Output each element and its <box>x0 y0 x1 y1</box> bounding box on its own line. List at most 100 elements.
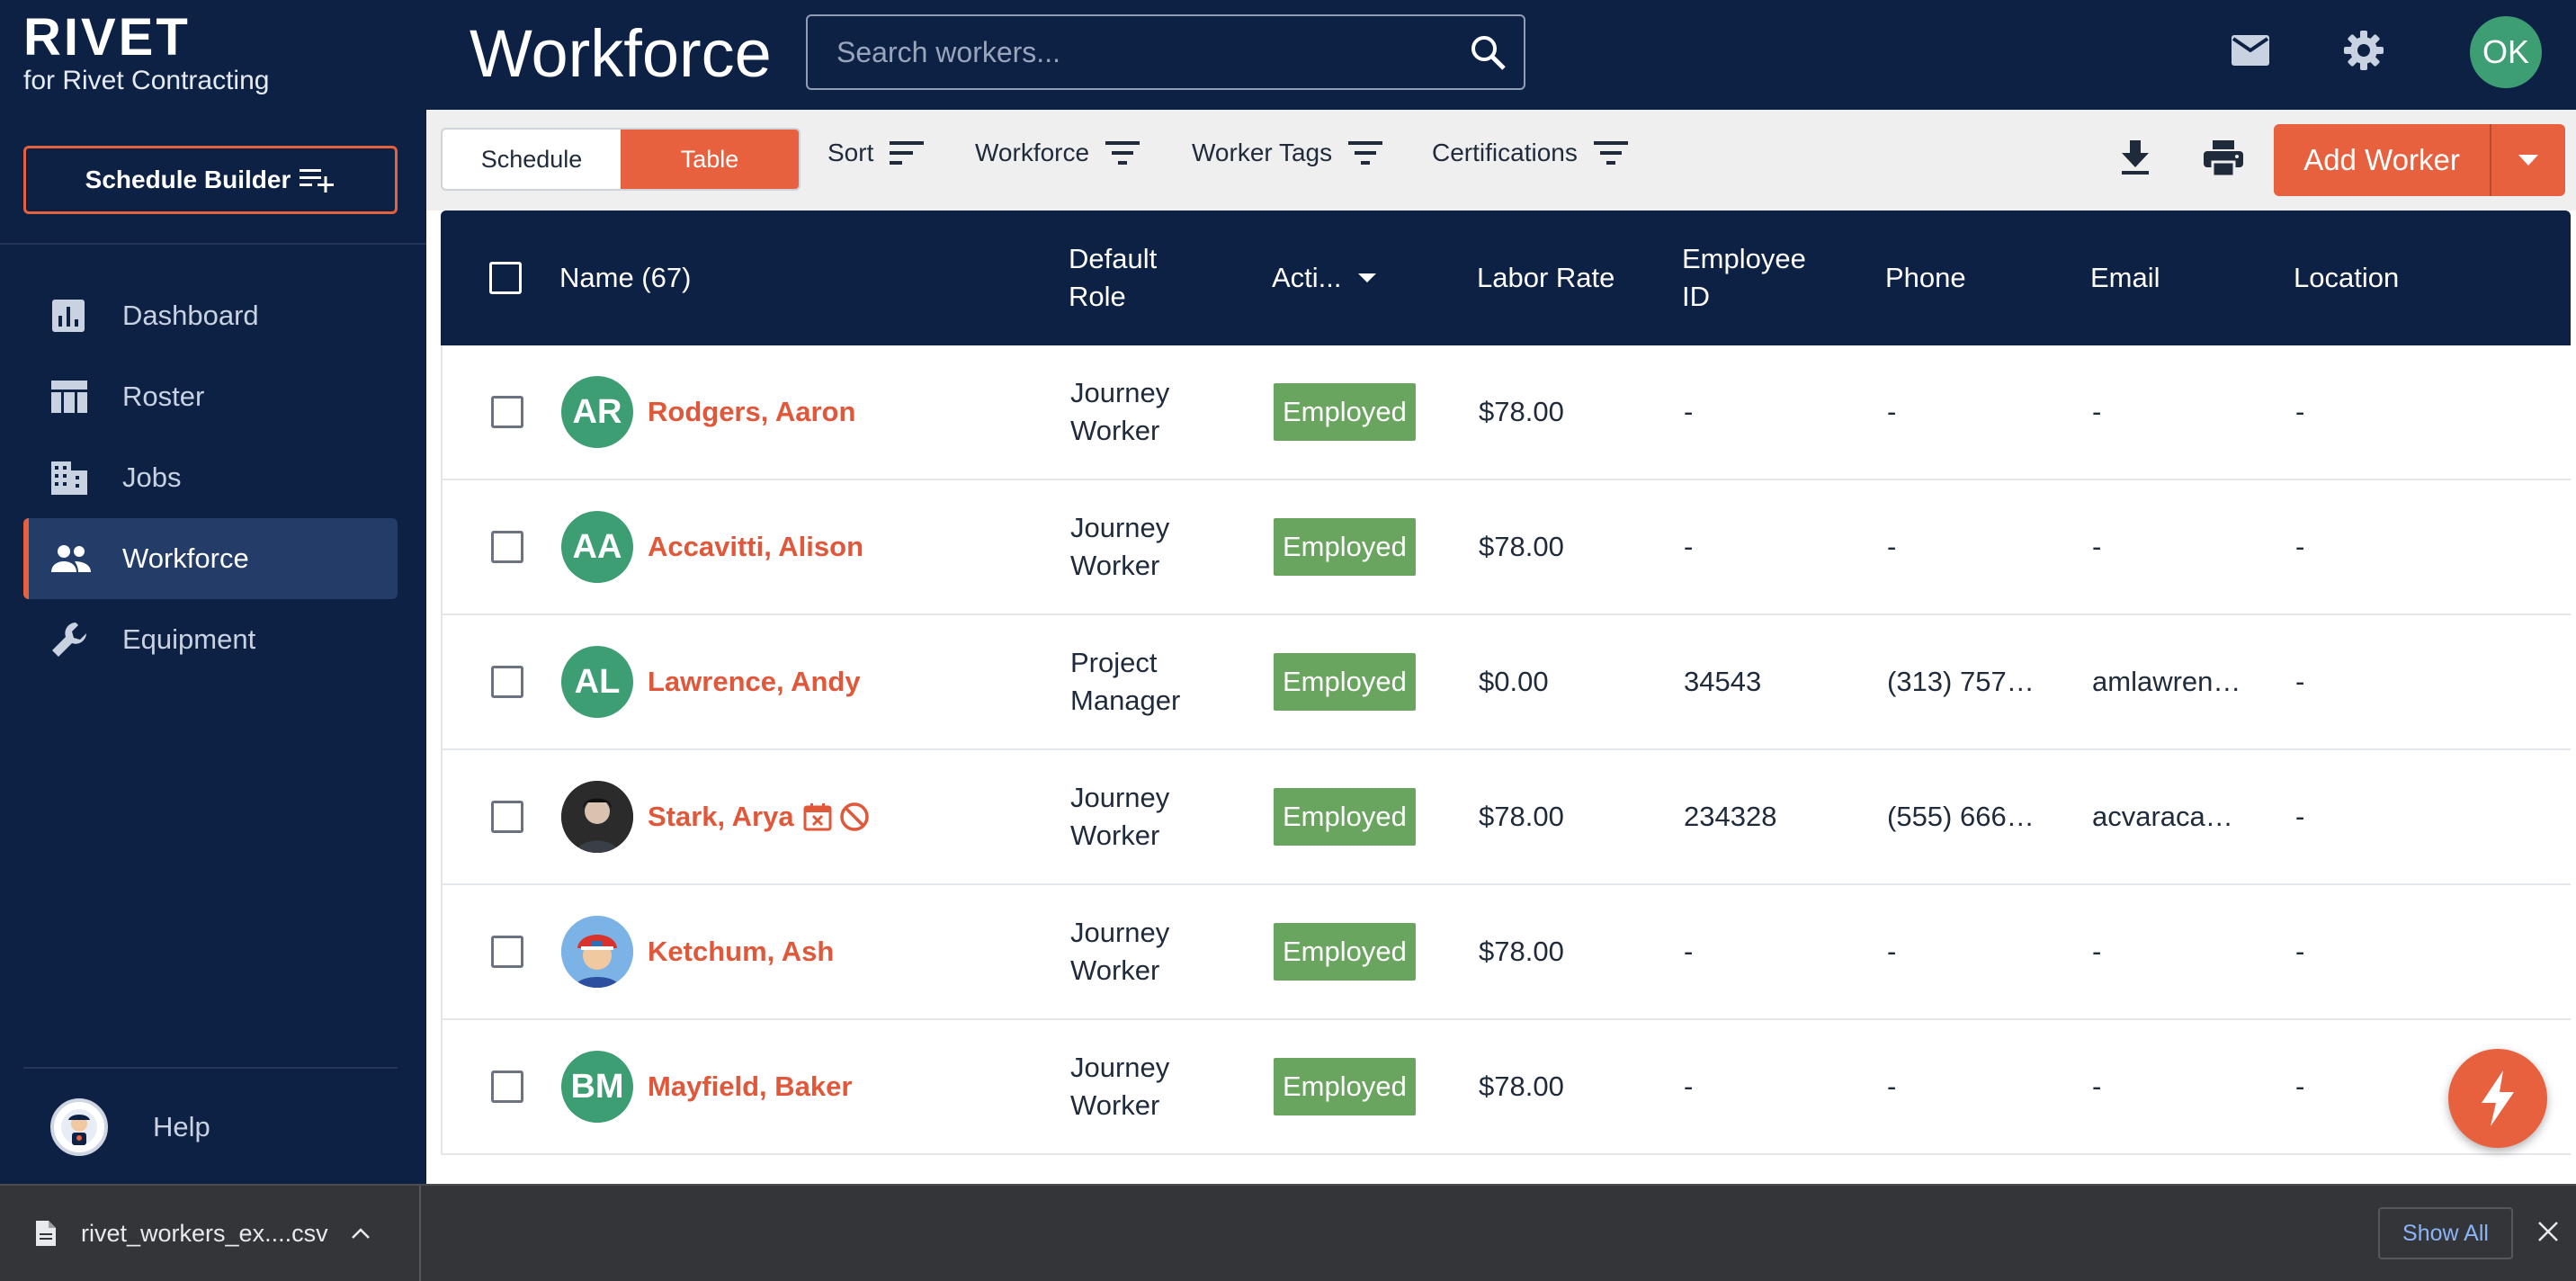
column-header-email[interactable]: Email <box>2090 211 2160 345</box>
email-cell: amlawren… <box>2092 666 2241 697</box>
view-schedule-button[interactable]: Schedule <box>443 130 621 189</box>
role-cell: Journey Worker <box>1070 377 1170 446</box>
row-checkbox[interactable] <box>491 396 523 428</box>
sidebar-item-dashboard[interactable]: Dashboard <box>23 275 398 356</box>
row-checkbox[interactable] <box>491 1070 523 1103</box>
phone-cell: - <box>1887 396 1897 427</box>
file-icon <box>36 1221 56 1246</box>
help-link[interactable]: Help <box>23 1087 210 1168</box>
column-header-role[interactable]: Default Role <box>1069 211 1185 345</box>
status-badge: Employed <box>1274 653 1416 711</box>
role-cell: Journey Worker <box>1070 917 1170 986</box>
sidebar: RIVET for Rivet Contracting Schedule Bui… <box>0 0 426 1184</box>
worker-name-link[interactable]: Lawrence, Andy <box>648 663 861 701</box>
table-row[interactable]: Ketchum, Ash Journey Worker Employed $78… <box>441 885 2571 1020</box>
workforce-filter-button[interactable]: Workforce <box>975 139 1140 167</box>
row-checkbox[interactable] <box>491 801 523 833</box>
phone-cell: - <box>1887 531 1897 562</box>
rate-cell: $78.00 <box>1479 936 1564 967</box>
worker-name-link[interactable]: Ketchum, Ash <box>648 933 834 971</box>
search-icon[interactable] <box>1470 34 1507 72</box>
column-header-employee-id[interactable]: Employee ID <box>1682 211 1835 345</box>
avatar: AA <box>561 511 633 583</box>
download-icon[interactable] <box>2119 140 2151 176</box>
logo[interactable]: RIVET for Rivet Contracting <box>23 11 269 97</box>
sort-label: Sort <box>827 139 874 166</box>
table-row[interactable]: BM Mayfield, Baker Journey Worker Employ… <box>441 1020 2571 1155</box>
sort-icon <box>890 139 925 166</box>
email-cell: - <box>2092 396 2102 427</box>
email-cell: - <box>2092 531 2102 562</box>
worker-name-link[interactable]: Stark, Arya <box>648 798 794 836</box>
column-header-status[interactable]: Acti... <box>1272 211 1376 345</box>
rate-cell: $78.00 <box>1479 396 1564 427</box>
chevron-up-icon[interactable] <box>351 1227 371 1240</box>
employee-id-cell: - <box>1684 1070 1694 1102</box>
print-icon[interactable] <box>2204 140 2243 176</box>
workers-table: Name (67) Default Role Acti... Labor Rat… <box>441 211 2571 1184</box>
row-checkbox[interactable] <box>491 531 523 563</box>
rate-cell: $78.00 <box>1479 801 1564 832</box>
top-header: Workforce OK <box>426 0 2576 110</box>
status-badge: Employed <box>1274 383 1416 441</box>
help-label: Help <box>153 1111 210 1142</box>
download-item[interactable]: rivet_workers_ex....csv <box>0 1186 421 1281</box>
row-checkbox[interactable] <box>491 936 523 968</box>
sort-button[interactable]: Sort <box>827 139 925 167</box>
table-row[interactable]: Stark, Arya Journey Worker Employed $78.… <box>441 750 2571 885</box>
column-header-name[interactable]: Name (67) <box>559 211 691 345</box>
employee-id-cell: - <box>1684 936 1694 967</box>
avatar <box>561 916 633 988</box>
status-badge: Employed <box>1274 788 1416 846</box>
table-row[interactable]: AR Rodgers, Aaron Journey Worker Employe… <box>441 345 2571 480</box>
worker-tags-filter-button[interactable]: Worker Tags <box>1192 139 1383 167</box>
schedule-builder-button[interactable]: Schedule Builder <box>23 146 398 214</box>
role-cell: Project Manager <box>1070 647 1181 716</box>
certifications-filter-button[interactable]: Certifications <box>1432 139 1628 167</box>
row-checkbox[interactable] <box>491 666 523 698</box>
location-cell: - <box>2295 1070 2305 1102</box>
sidebar-item-label: Roster <box>122 381 205 412</box>
worker-name-link[interactable]: Accavitti, Alison <box>648 528 863 566</box>
sidebar-item-workforce[interactable]: Workforce <box>23 518 398 599</box>
sidebar-item-equipment[interactable]: Equipment <box>23 599 398 680</box>
people-icon <box>23 544 122 573</box>
mail-icon[interactable] <box>2231 34 2270 67</box>
table-row[interactable]: AA Accavitti, Alison Journey Worker Empl… <box>441 480 2571 615</box>
email-cell: acvaraca… <box>2092 801 2233 832</box>
sidebar-nav: Dashboard Roster Jobs Workforce Equipmen… <box>23 275 398 680</box>
search-input[interactable] <box>808 16 1437 88</box>
table-icon <box>23 380 122 414</box>
add-worker-button[interactable]: Add Worker <box>2274 124 2491 196</box>
user-avatar[interactable]: OK <box>2470 16 2542 88</box>
view-table-button[interactable]: Table <box>621 130 799 189</box>
quick-action-button[interactable] <box>2448 1049 2547 1148</box>
role-cell: Journey Worker <box>1070 1052 1170 1121</box>
settings-icon[interactable] <box>2342 29 2385 72</box>
rate-cell: $78.00 <box>1479 531 1564 562</box>
worker-name-link[interactable]: Mayfield, Baker <box>648 1068 852 1106</box>
wrench-icon <box>23 621 122 658</box>
table-row[interactable]: AL Lawrence, Andy Project Manager Employ… <box>441 615 2571 750</box>
email-cell: - <box>2092 1070 2102 1102</box>
filter-icon <box>1348 139 1383 166</box>
rate-cell: $0.00 <box>1479 666 1549 697</box>
brand-name: RIVET <box>23 8 191 67</box>
status-badge: Employed <box>1274 1058 1416 1115</box>
location-cell: - <box>2295 396 2305 427</box>
sidebar-item-label: Workforce <box>122 542 249 574</box>
sidebar-item-jobs[interactable]: Jobs <box>23 437 398 518</box>
column-header-rate[interactable]: Labor Rate <box>1477 211 1614 345</box>
column-header-phone[interactable]: Phone <box>1885 211 1966 345</box>
select-all-checkbox[interactable] <box>489 262 522 294</box>
sidebar-item-roster[interactable]: Roster <box>23 356 398 437</box>
add-worker-dropdown[interactable] <box>2491 124 2565 196</box>
rate-cell: $78.00 <box>1479 1070 1564 1102</box>
close-icon[interactable] <box>2536 1220 2560 1243</box>
worker-name-link[interactable]: Rodgers, Aaron <box>648 393 855 431</box>
show-all-button[interactable]: Show All <box>2378 1207 2513 1259</box>
column-header-location[interactable]: Location <box>2294 211 2399 345</box>
location-cell: - <box>2295 936 2305 967</box>
role-cell: Journey Worker <box>1070 512 1170 581</box>
toolbar: Schedule Table Sort Workforce Worker Tag… <box>426 110 2576 211</box>
